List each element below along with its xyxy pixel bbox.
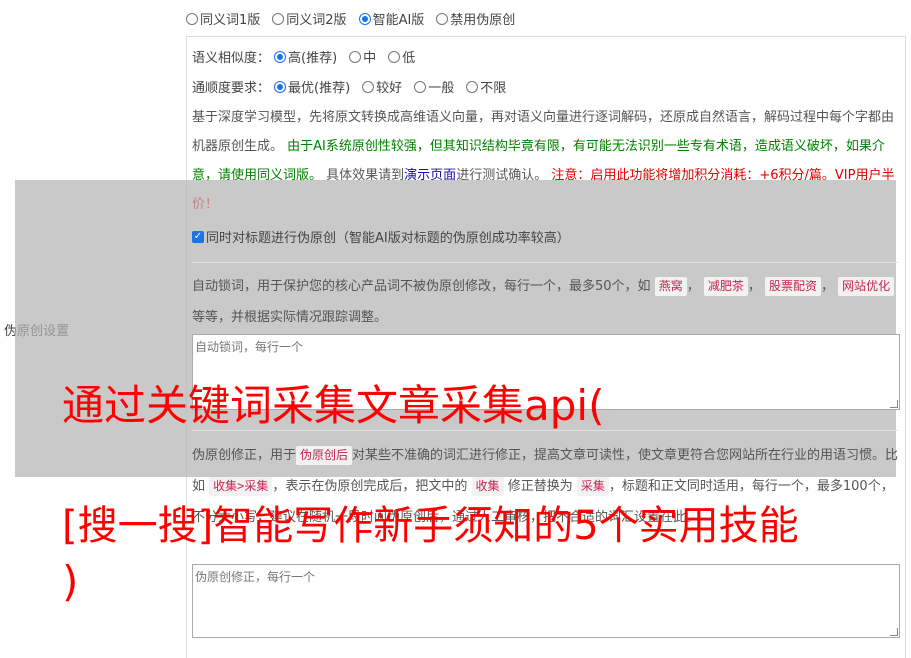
- similarity-option-high[interactable]: 高(推荐): [274, 47, 337, 66]
- example-tag: 减肥茶: [703, 277, 748, 296]
- correction-text: ，表示在伪原创完成后，把文中的: [272, 479, 468, 494]
- similarity-row: 语义相似度： 高(推荐) 中 低: [192, 47, 427, 66]
- lock-words-text: 自动锁词，用于保护您的核心产品词不被伪原创修改，每行一个，最多50个，如: [192, 279, 651, 294]
- mode-option-ai[interactable]: 智能AI版: [358, 9, 425, 28]
- option-label: 最优(推荐): [288, 81, 351, 96]
- radio-checked-icon[interactable]: [274, 80, 287, 93]
- radio-icon[interactable]: [349, 50, 362, 63]
- fluency-option-unlimited[interactable]: 不限: [466, 77, 506, 96]
- correction-text: 修正替换为: [507, 479, 573, 494]
- option-label: 高(推荐): [288, 51, 338, 66]
- mode-option-label: 智能AI版: [372, 13, 425, 28]
- example-tag: 股票配资: [765, 277, 822, 296]
- radio-icon[interactable]: [362, 80, 375, 93]
- mode-selector: 同义词1版 同义词2版 智能AI版 禁用伪原创: [186, 9, 527, 28]
- overlay-title-line3: ): [62, 557, 79, 606]
- similarity-option-low[interactable]: 低: [388, 47, 415, 66]
- lock-words-text: 等等，并根据实际情况跟踪调整。: [192, 310, 388, 325]
- correction-textarea[interactable]: 伪原创修正，每行一个: [192, 564, 900, 638]
- correction-placeholder: 伪原创修正，每行一个: [195, 570, 316, 584]
- option-label: 不限: [480, 81, 507, 96]
- resize-handle-icon[interactable]: [890, 628, 898, 636]
- settings-page: 伪原创设置 同义词1版 同义词2版 智能AI版 禁用伪原创 语义相似度： 高(推…: [0, 0, 911, 658]
- radio-icon[interactable]: [186, 12, 198, 25]
- option-label: 低: [402, 51, 416, 66]
- radio-icon[interactable]: [436, 12, 449, 25]
- lock-words-placeholder: 自动锁词，每行一个: [195, 340, 304, 354]
- similarity-option-medium[interactable]: 中: [349, 47, 376, 66]
- radio-icon[interactable]: [414, 80, 427, 93]
- mode-option-label: 同义词1版: [200, 13, 261, 28]
- example-tag: 收集: [471, 477, 504, 496]
- mode-option-synonym2[interactable]: 同义词2版: [272, 9, 347, 28]
- similarity-label: 语义相似度：: [192, 51, 271, 66]
- radio-checked-icon[interactable]: [274, 50, 287, 63]
- title-pseudo-checkbox-row[interactable]: ✓ 同时对标题进行伪原创（智能AI版对标题的伪原创成功率较高）: [192, 227, 570, 246]
- overlay-title-line2: [搜一搜]智能写作新手须知的5个实用技能: [62, 503, 799, 549]
- option-label: 一般: [428, 81, 455, 96]
- radio-icon[interactable]: [388, 50, 401, 63]
- mode-option-label: 禁用伪原创: [450, 13, 516, 28]
- lock-words-description: 自动锁词，用于保护您的核心产品词不被伪原创修改，每行一个，最多50个，如 燕窝，…: [192, 271, 900, 333]
- fluency-option-normal[interactable]: 一般: [414, 77, 454, 96]
- correction-text: 伪原创修正，用于: [192, 448, 297, 463]
- mode-option-synonym1[interactable]: 同义词1版: [186, 9, 260, 28]
- example-tag: 燕窝: [654, 277, 687, 296]
- example-tag: 采集: [576, 477, 609, 496]
- fluency-option-best[interactable]: 最优(推荐): [274, 77, 350, 96]
- example-tag: 收集>采集: [209, 477, 273, 496]
- fluency-label: 通顺度要求：: [192, 81, 271, 96]
- example-tag: 伪原创后: [296, 446, 353, 465]
- mode-option-label: 同义词2版: [286, 13, 347, 28]
- option-label: 较好: [376, 81, 403, 96]
- checkbox-checked-icon[interactable]: ✓: [192, 230, 204, 243]
- radio-icon[interactable]: [272, 12, 285, 25]
- option-label: 中: [363, 51, 377, 66]
- mode-option-disable[interactable]: 禁用伪原创: [436, 9, 515, 28]
- overlay-title-line1: 通过关键词采集文章采集api(: [62, 381, 605, 430]
- resize-handle-icon[interactable]: [890, 400, 898, 408]
- radio-icon[interactable]: [466, 80, 479, 93]
- title-checkbox-label: 同时对标题进行伪原创（智能AI版对标题的伪原创成功率较高）: [206, 231, 570, 246]
- fluency-row: 通顺度要求： 最优(推荐) 较好 一般 不限: [192, 77, 518, 96]
- example-tag: 网站优化: [838, 277, 895, 296]
- fluency-option-good[interactable]: 较好: [362, 77, 402, 96]
- radio-checked-icon[interactable]: [358, 12, 371, 25]
- divider: [192, 262, 898, 263]
